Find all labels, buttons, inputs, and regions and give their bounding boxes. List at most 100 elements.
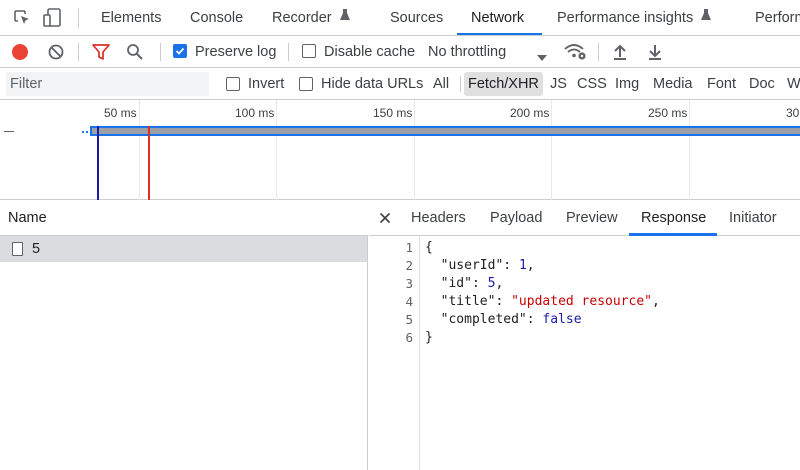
tick-label: 100 ms xyxy=(235,106,275,120)
response-viewer[interactable]: 1 2 3 4 5 6 { "userId": 1, "id": 5, "tit… xyxy=(369,236,800,470)
json-key: "title" xyxy=(440,294,496,309)
divider xyxy=(460,76,461,92)
code-token: , xyxy=(652,294,660,309)
tab-label: Performance insights xyxy=(557,10,694,26)
tab-initiator[interactable]: Initiator xyxy=(729,200,777,236)
type-filter-doc[interactable]: Doc xyxy=(745,72,779,96)
filter-icon[interactable] xyxy=(91,43,111,64)
grid-line xyxy=(414,100,415,200)
type-filter-css[interactable]: CSS xyxy=(573,72,611,96)
code-line: { xyxy=(425,240,433,255)
tab-sources[interactable]: Sources xyxy=(390,0,444,35)
name-column-header[interactable]: Name xyxy=(0,200,368,236)
type-filter-img[interactable]: Img xyxy=(611,72,643,96)
json-value: false xyxy=(542,312,582,327)
tick-label: 250 ms xyxy=(648,106,688,120)
close-icon[interactable] xyxy=(379,211,391,227)
line-number: 5 xyxy=(405,312,413,327)
type-filter-js[interactable]: JS xyxy=(546,72,571,96)
tick-label: 150 ms xyxy=(373,106,413,120)
tab-recorder[interactable]: Recorder xyxy=(272,0,351,35)
tab-response[interactable]: Response xyxy=(641,200,706,236)
disable-cache-checkbox[interactable] xyxy=(302,44,316,58)
json-value: "updated resource" xyxy=(511,294,652,309)
tab-label: Recorder xyxy=(272,10,332,26)
tab-performance-insights[interactable]: Performance insights xyxy=(557,0,712,35)
search-icon[interactable] xyxy=(126,43,144,64)
tab-label: Sources xyxy=(390,10,444,26)
overview-request-bar xyxy=(90,126,800,136)
overview-frame-marker xyxy=(4,131,14,132)
tab-performance[interactable]: Perform xyxy=(755,0,800,35)
line-number: 3 xyxy=(405,276,413,291)
tick-label: 50 ms xyxy=(104,106,137,120)
type-filter-media[interactable]: Media xyxy=(649,72,697,96)
dom-content-loaded-line xyxy=(97,126,99,200)
tab-payload[interactable]: Payload xyxy=(490,200,542,236)
code-token: } xyxy=(425,330,433,345)
tab-label: Network xyxy=(471,10,525,26)
hide-data-urls-checkbox[interactable] xyxy=(299,77,313,91)
request-name: 5 xyxy=(32,241,41,257)
export-har-icon[interactable] xyxy=(647,43,663,64)
tab-console[interactable]: Console xyxy=(190,0,243,35)
tick-label: 30 xyxy=(786,106,800,120)
code-line: "userId": 1, xyxy=(440,258,535,273)
filter-bar: Invert Hide data URLs All Fetch/XHR JS C… xyxy=(0,68,800,100)
preserve-log-checkbox[interactable] xyxy=(173,44,187,58)
grid-line xyxy=(689,100,690,200)
type-filter-font[interactable]: Font xyxy=(703,72,740,96)
line-number-gutter: 1 2 3 4 5 6 xyxy=(369,236,420,470)
line-number: 6 xyxy=(405,330,413,345)
request-list: Name 5 xyxy=(0,200,368,470)
type-filter-all[interactable]: All xyxy=(429,72,453,96)
import-har-icon[interactable] xyxy=(612,43,628,64)
tick-label: 200 ms xyxy=(510,106,550,120)
network-conditions-icon[interactable] xyxy=(563,42,587,65)
line-number: 1 xyxy=(405,240,413,255)
invert-label: Invert xyxy=(248,76,285,92)
grid-line xyxy=(139,100,140,200)
network-toolbar: Preserve log Disable cache No throttling xyxy=(0,36,800,68)
code-token: { xyxy=(425,240,433,255)
load-event-line xyxy=(148,126,150,200)
inspect-element-icon[interactable] xyxy=(12,8,32,28)
preserve-log-label: Preserve log xyxy=(195,44,277,60)
document-icon xyxy=(12,242,23,256)
tab-label: Elements xyxy=(101,10,162,26)
dropdown-arrow-icon[interactable] xyxy=(537,49,547,65)
code-line: "title": "updated resource", xyxy=(440,294,660,309)
json-key: "userId" xyxy=(440,258,504,273)
type-filter-fetch-xhr[interactable]: Fetch/XHR xyxy=(464,72,543,96)
divider xyxy=(78,8,79,28)
record-button[interactable] xyxy=(12,44,28,60)
code-line: } xyxy=(425,330,433,345)
experiment-flask-icon xyxy=(700,0,712,35)
filter-input[interactable] xyxy=(6,72,209,96)
json-key: "completed" xyxy=(440,312,527,327)
table-row[interactable]: 5 xyxy=(0,236,367,262)
tab-headers[interactable]: Headers xyxy=(411,200,466,236)
divider xyxy=(78,43,79,61)
divider xyxy=(598,43,599,61)
device-toolbar-icon[interactable] xyxy=(42,7,64,29)
json-key: "id" xyxy=(440,276,472,291)
divider xyxy=(288,43,289,61)
clear-icon[interactable] xyxy=(47,43,65,64)
request-details: Headers Payload Preview Response Initiat… xyxy=(369,200,800,470)
grid-line xyxy=(551,100,552,200)
tab-network[interactable]: Network xyxy=(471,0,525,35)
type-filter-ws[interactable]: W xyxy=(783,72,800,96)
code-token: , xyxy=(495,276,504,291)
divider xyxy=(160,43,161,61)
invert-checkbox[interactable] xyxy=(226,77,240,91)
line-number: 2 xyxy=(405,258,413,273)
grid-line xyxy=(276,100,277,200)
devtools-tab-bar: Elements Console Recorder Sources Networ… xyxy=(0,0,800,36)
tab-elements[interactable]: Elements xyxy=(101,0,162,35)
code-token: , xyxy=(526,258,535,273)
code-line: "completed": false xyxy=(440,312,582,327)
throttling-select[interactable]: No throttling xyxy=(428,36,506,67)
line-number: 4 xyxy=(405,294,413,309)
tab-preview[interactable]: Preview xyxy=(566,200,618,236)
